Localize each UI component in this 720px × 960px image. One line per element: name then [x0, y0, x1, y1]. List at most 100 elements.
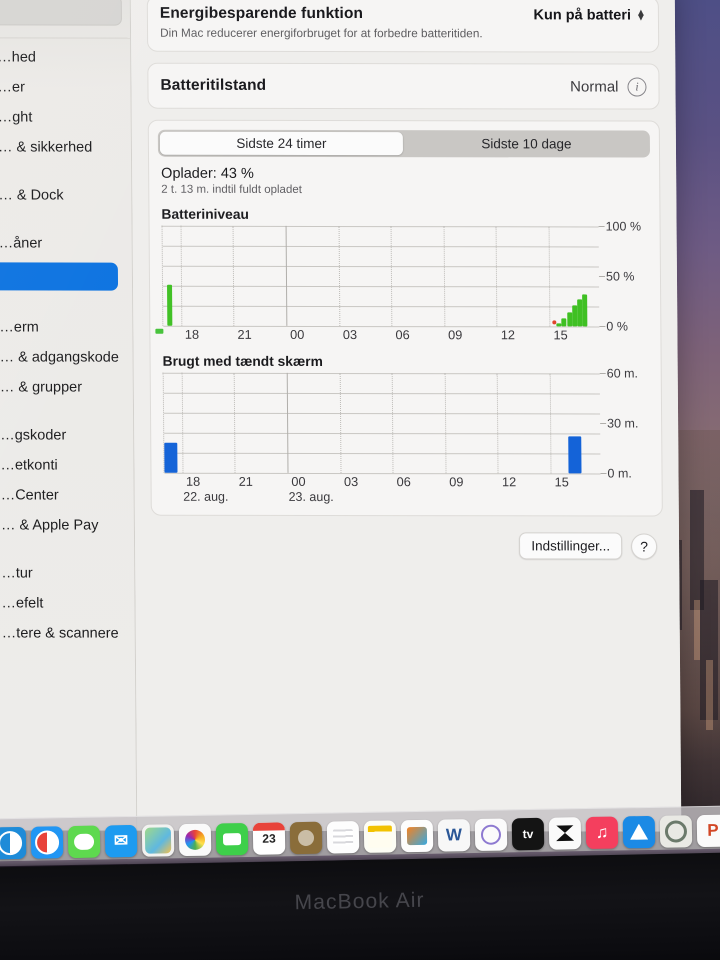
messages-icon[interactable] — [67, 825, 101, 858]
x-tick-label: 06 — [396, 474, 411, 490]
capcut-icon[interactable] — [548, 816, 582, 850]
sidebar-item-13[interactable]: … & Apple Pay — [0, 514, 134, 536]
maps-icon[interactable] — [141, 823, 175, 857]
sidebar-item-6[interactable] — [0, 262, 119, 291]
info-icon[interactable]: i — [627, 77, 647, 97]
energy-saver-popup-button[interactable]: Kun på batteri ▲ ▼ — [533, 5, 646, 23]
v-gridline — [548, 226, 551, 327]
search-input[interactable] — [0, 0, 122, 26]
x-tick-label: 21 — [237, 326, 252, 342]
screen-on-usage-x-axis: 18 21 00 03 06 09 12 15 — [163, 473, 652, 491]
sidebar-item-label: … & Dock — [0, 187, 64, 204]
calendar-header — [252, 821, 285, 831]
sidebar-item-label: … & grupper — [0, 379, 83, 396]
h-gridline — [164, 432, 601, 435]
chart-bar — [582, 294, 588, 327]
chart-bar — [561, 318, 567, 327]
notes-icon[interactable] — [363, 819, 397, 853]
h-gridline — [162, 225, 599, 228]
safari-icon[interactable] — [30, 825, 64, 859]
sidebar-item-label: …efelt — [1, 595, 44, 612]
x-tick-label: 18 — [185, 473, 201, 489]
sidebar-item-9[interactable]: … & grupper — [0, 376, 133, 398]
appstore-icon[interactable] — [622, 815, 656, 848]
sidebar-item-7[interactable]: …erm — [0, 316, 132, 338]
sidebar-item-2[interactable]: …ght — [0, 106, 131, 128]
x-tick-label: 00 — [291, 473, 306, 489]
laptop-bottom-bezel: MacBook Air — [0, 851, 720, 960]
sidebar-item-1[interactable]: …er — [0, 76, 131, 98]
sidebar-item-label: …Center — [0, 487, 59, 504]
plugged-in-marker — [551, 320, 556, 325]
sidebar-item-label: …tere & scannere — [1, 625, 119, 642]
battery-settings-pane[interactable]: Energibesparende funktion Din Mac reduce… — [130, 0, 682, 832]
settings-button[interactable]: Indstillinger... — [519, 532, 623, 560]
photos-icon[interactable] — [178, 823, 212, 856]
usage-range-segmented-control[interactable]: Sidste 24 timer Sidste 10 dage — [157, 129, 651, 158]
battery-usage-card[interactable]: Sidste 24 timer Sidste 10 dage Oplader: 4… — [147, 119, 663, 517]
word-icon[interactable]: W — [437, 818, 471, 852]
sidebar-item-16[interactable]: …tere & scannere — [0, 622, 135, 644]
sidebar-list[interactable]: …hed …er …ght … & sikkerhed … & Dock …åner …er… — [0, 46, 135, 644]
y-tick — [599, 372, 606, 374]
dock-icon-shape — [406, 826, 428, 845]
calendar-icon[interactable]: 23 — [252, 821, 286, 855]
energy-saver-row[interactable]: Energibesparende funktion Din Mac reduce… — [146, 0, 660, 53]
segment-1[interactable]: Sidste 10 dage — [405, 132, 648, 155]
sidebar-item-15[interactable]: …efelt — [0, 592, 135, 614]
sidebar-item-3[interactable]: … & sikkerhed — [0, 136, 131, 158]
battery-health-label: Batteritilstand — [160, 76, 267, 94]
y-tick-label: 30 m. — [607, 416, 639, 431]
h-gridline — [163, 392, 600, 395]
sidebar-item-12[interactable]: …Center — [0, 484, 134, 506]
sidebar-item-0[interactable]: …hed — [0, 46, 130, 68]
geogebra-icon[interactable] — [474, 817, 508, 851]
v-gridline — [338, 226, 340, 327]
charging-band — [552, 222, 554, 337]
pane-footer[interactable]: Indstillinger... ? — [151, 532, 663, 560]
dock-icon-glyph: tv — [522, 826, 534, 841]
v-gridline — [233, 372, 236, 473]
screen-on-usage-plot-area — [162, 372, 601, 475]
sidebar-item-5[interactable]: …åner — [0, 232, 132, 254]
help-button[interactable]: ? — [630, 533, 658, 560]
freeform-icon[interactable] — [400, 819, 434, 852]
appletv-icon[interactable]: tv — [511, 817, 545, 850]
h-gridline — [163, 285, 600, 288]
chart-bar — [164, 442, 178, 473]
charge-status-sub: 2 t. 13 m. indtil fuldt opladet — [161, 183, 302, 196]
sidebar-item-label: … & adgangskode — [0, 349, 119, 366]
dock-icon-shape — [367, 824, 393, 848]
powerpoint-icon[interactable]: P — [696, 814, 720, 847]
sidebar[interactable]: …hed …er …ght … & sikkerhed … & Dock …åner …er… — [0, 0, 138, 831]
system-settings-window[interactable]: …hed …er …ght … & sikkerhed … & Dock …åner …er… — [0, 0, 682, 832]
v-gridline — [232, 225, 235, 326]
sidebar-item-10[interactable]: …gskoder — [0, 424, 133, 446]
dock-icon-shape — [297, 829, 315, 846]
dock-icon-glyph: ✉ — [113, 830, 129, 850]
sidebar-item-11[interactable]: …etkonti — [0, 454, 134, 476]
dock-icon-shape — [332, 828, 354, 845]
facetime-icon[interactable] — [215, 822, 249, 856]
sidebar-item-14[interactable]: …tur — [0, 562, 134, 584]
sidebar-item-8[interactable]: … & adgangskode — [0, 346, 133, 368]
v-gridline — [496, 226, 498, 327]
v-gridline — [549, 373, 552, 474]
chart-bar — [166, 284, 172, 326]
sidebar-item-4[interactable]: … & Dock — [0, 184, 131, 206]
mail-icon[interactable]: ✉ — [104, 824, 138, 857]
chart-bar — [567, 436, 582, 474]
finder-icon[interactable] — [0, 826, 27, 859]
segment-0[interactable]: Sidste 24 timer — [159, 131, 404, 156]
cleaner-icon[interactable] — [659, 814, 693, 848]
battery-health-row[interactable]: Batteritilstand Normal i — [147, 62, 660, 110]
reminders-icon[interactable] — [326, 820, 360, 854]
battery-level-plot-area — [155, 222, 600, 337]
x-tick-label: 12 — [501, 474, 517, 490]
v-gridline — [444, 373, 447, 474]
contacts-icon[interactable] — [289, 821, 323, 854]
music-icon[interactable]: ♫ — [585, 815, 619, 849]
day-label: 23. aug. — [288, 489, 334, 504]
v-gridline — [443, 226, 446, 327]
dock-icon-shape — [630, 823, 648, 839]
